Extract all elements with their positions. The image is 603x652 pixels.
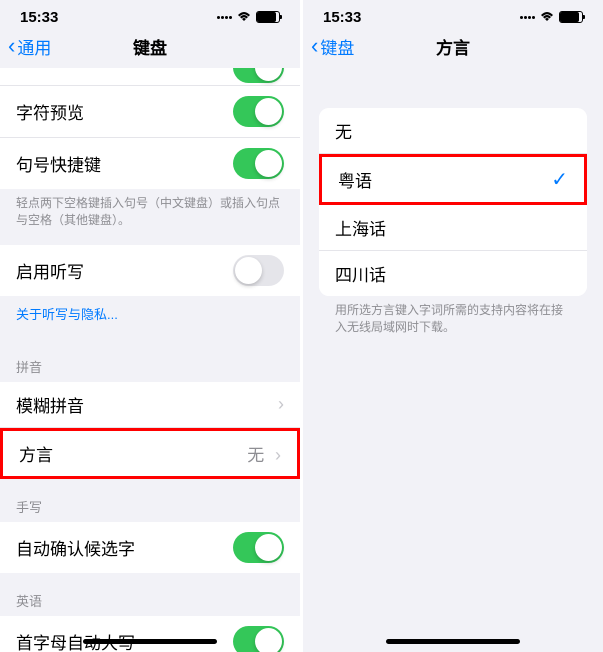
wifi-icon (236, 11, 252, 23)
home-indicator[interactable] (83, 639, 217, 644)
period-shortcut-row[interactable]: 句号快捷键 (0, 138, 300, 189)
period-shortcut-label: 句号快捷键 (16, 151, 233, 176)
status-time: 15:33 (20, 9, 58, 26)
char-preview-row[interactable]: 字符预览 (0, 86, 300, 138)
chevron-right-icon: › (278, 394, 284, 415)
battery-icon (559, 11, 583, 23)
back-button[interactable]: ‹ 通用 (8, 33, 51, 59)
enable-dictation-toggle[interactable] (233, 255, 284, 286)
back-label: 通用 (17, 34, 51, 59)
option-label: 无 (335, 118, 571, 143)
english-header: 英语 (0, 573, 300, 616)
dialect-row[interactable]: 方言 无 › (0, 428, 300, 479)
back-button[interactable]: ‹ 键盘 (311, 33, 354, 59)
pinyin-header: 拼音 (0, 339, 300, 382)
status-bar: 15:33 (303, 0, 603, 24)
option-label: 粤语 (338, 167, 551, 192)
handwriting-header: 手写 (0, 479, 300, 522)
toggle-partial[interactable] (233, 68, 284, 83)
status-bar: 15:33 (0, 0, 300, 24)
dialect-option-cantonese[interactable]: 粤语 ✓ (319, 154, 587, 205)
chevron-right-icon: › (275, 445, 281, 465)
chevron-left-icon: ‹ (8, 33, 15, 59)
status-icons (217, 11, 280, 23)
status-time: 15:33 (323, 9, 361, 26)
auto-confirm-label: 自动确认候选字 (16, 535, 233, 560)
period-footer: 轻点两下空格键插入句号（中文键盘）或插入句点与空格（其他键盘）。 (0, 189, 300, 245)
dialect-value: 无 (247, 446, 264, 465)
nav-bar: ‹ 通用 键盘 (0, 24, 300, 68)
dictation-privacy-link[interactable]: 关于听写与隐私... (0, 296, 300, 339)
auto-confirm-row[interactable]: 自动确认候选字 (0, 522, 300, 573)
enable-dictation-row[interactable]: 启用听写 (0, 245, 300, 296)
dialect-option-none[interactable]: 无 (319, 108, 587, 154)
status-icons (520, 11, 583, 23)
auto-confirm-toggle[interactable] (233, 532, 284, 563)
dialect-footer: 用所选方言键入字词所需的支持内容将在接入无线局域网时下载。 (303, 296, 603, 352)
period-shortcut-toggle[interactable] (233, 148, 284, 179)
page-title: 键盘 (133, 34, 167, 59)
home-indicator[interactable] (386, 639, 520, 644)
checkmark-icon: ✓ (551, 167, 568, 192)
nav-bar: ‹ 键盘 方言 (303, 24, 603, 68)
char-preview-label: 字符预览 (16, 99, 233, 124)
auto-cap-row[interactable]: 首字母自动大写 (0, 616, 300, 652)
dialect-option-shanghainese[interactable]: 上海话 (319, 205, 587, 251)
dialect-option-sichuanese[interactable]: 四川话 (319, 251, 587, 296)
fuzzy-pinyin-row[interactable]: 模糊拼音 › (0, 382, 300, 428)
back-label: 键盘 (320, 34, 354, 59)
dialect-label: 方言 (19, 441, 247, 466)
option-label: 上海话 (335, 215, 571, 240)
option-label: 四川话 (335, 261, 571, 286)
enable-dictation-label: 启用听写 (16, 258, 233, 283)
wifi-icon (539, 11, 555, 23)
auto-cap-toggle[interactable] (233, 626, 284, 652)
fuzzy-pinyin-label: 模糊拼音 (16, 392, 278, 417)
char-preview-toggle[interactable] (233, 96, 284, 127)
battery-icon (256, 11, 280, 23)
page-title: 方言 (436, 34, 470, 59)
chevron-left-icon: ‹ (311, 33, 318, 59)
